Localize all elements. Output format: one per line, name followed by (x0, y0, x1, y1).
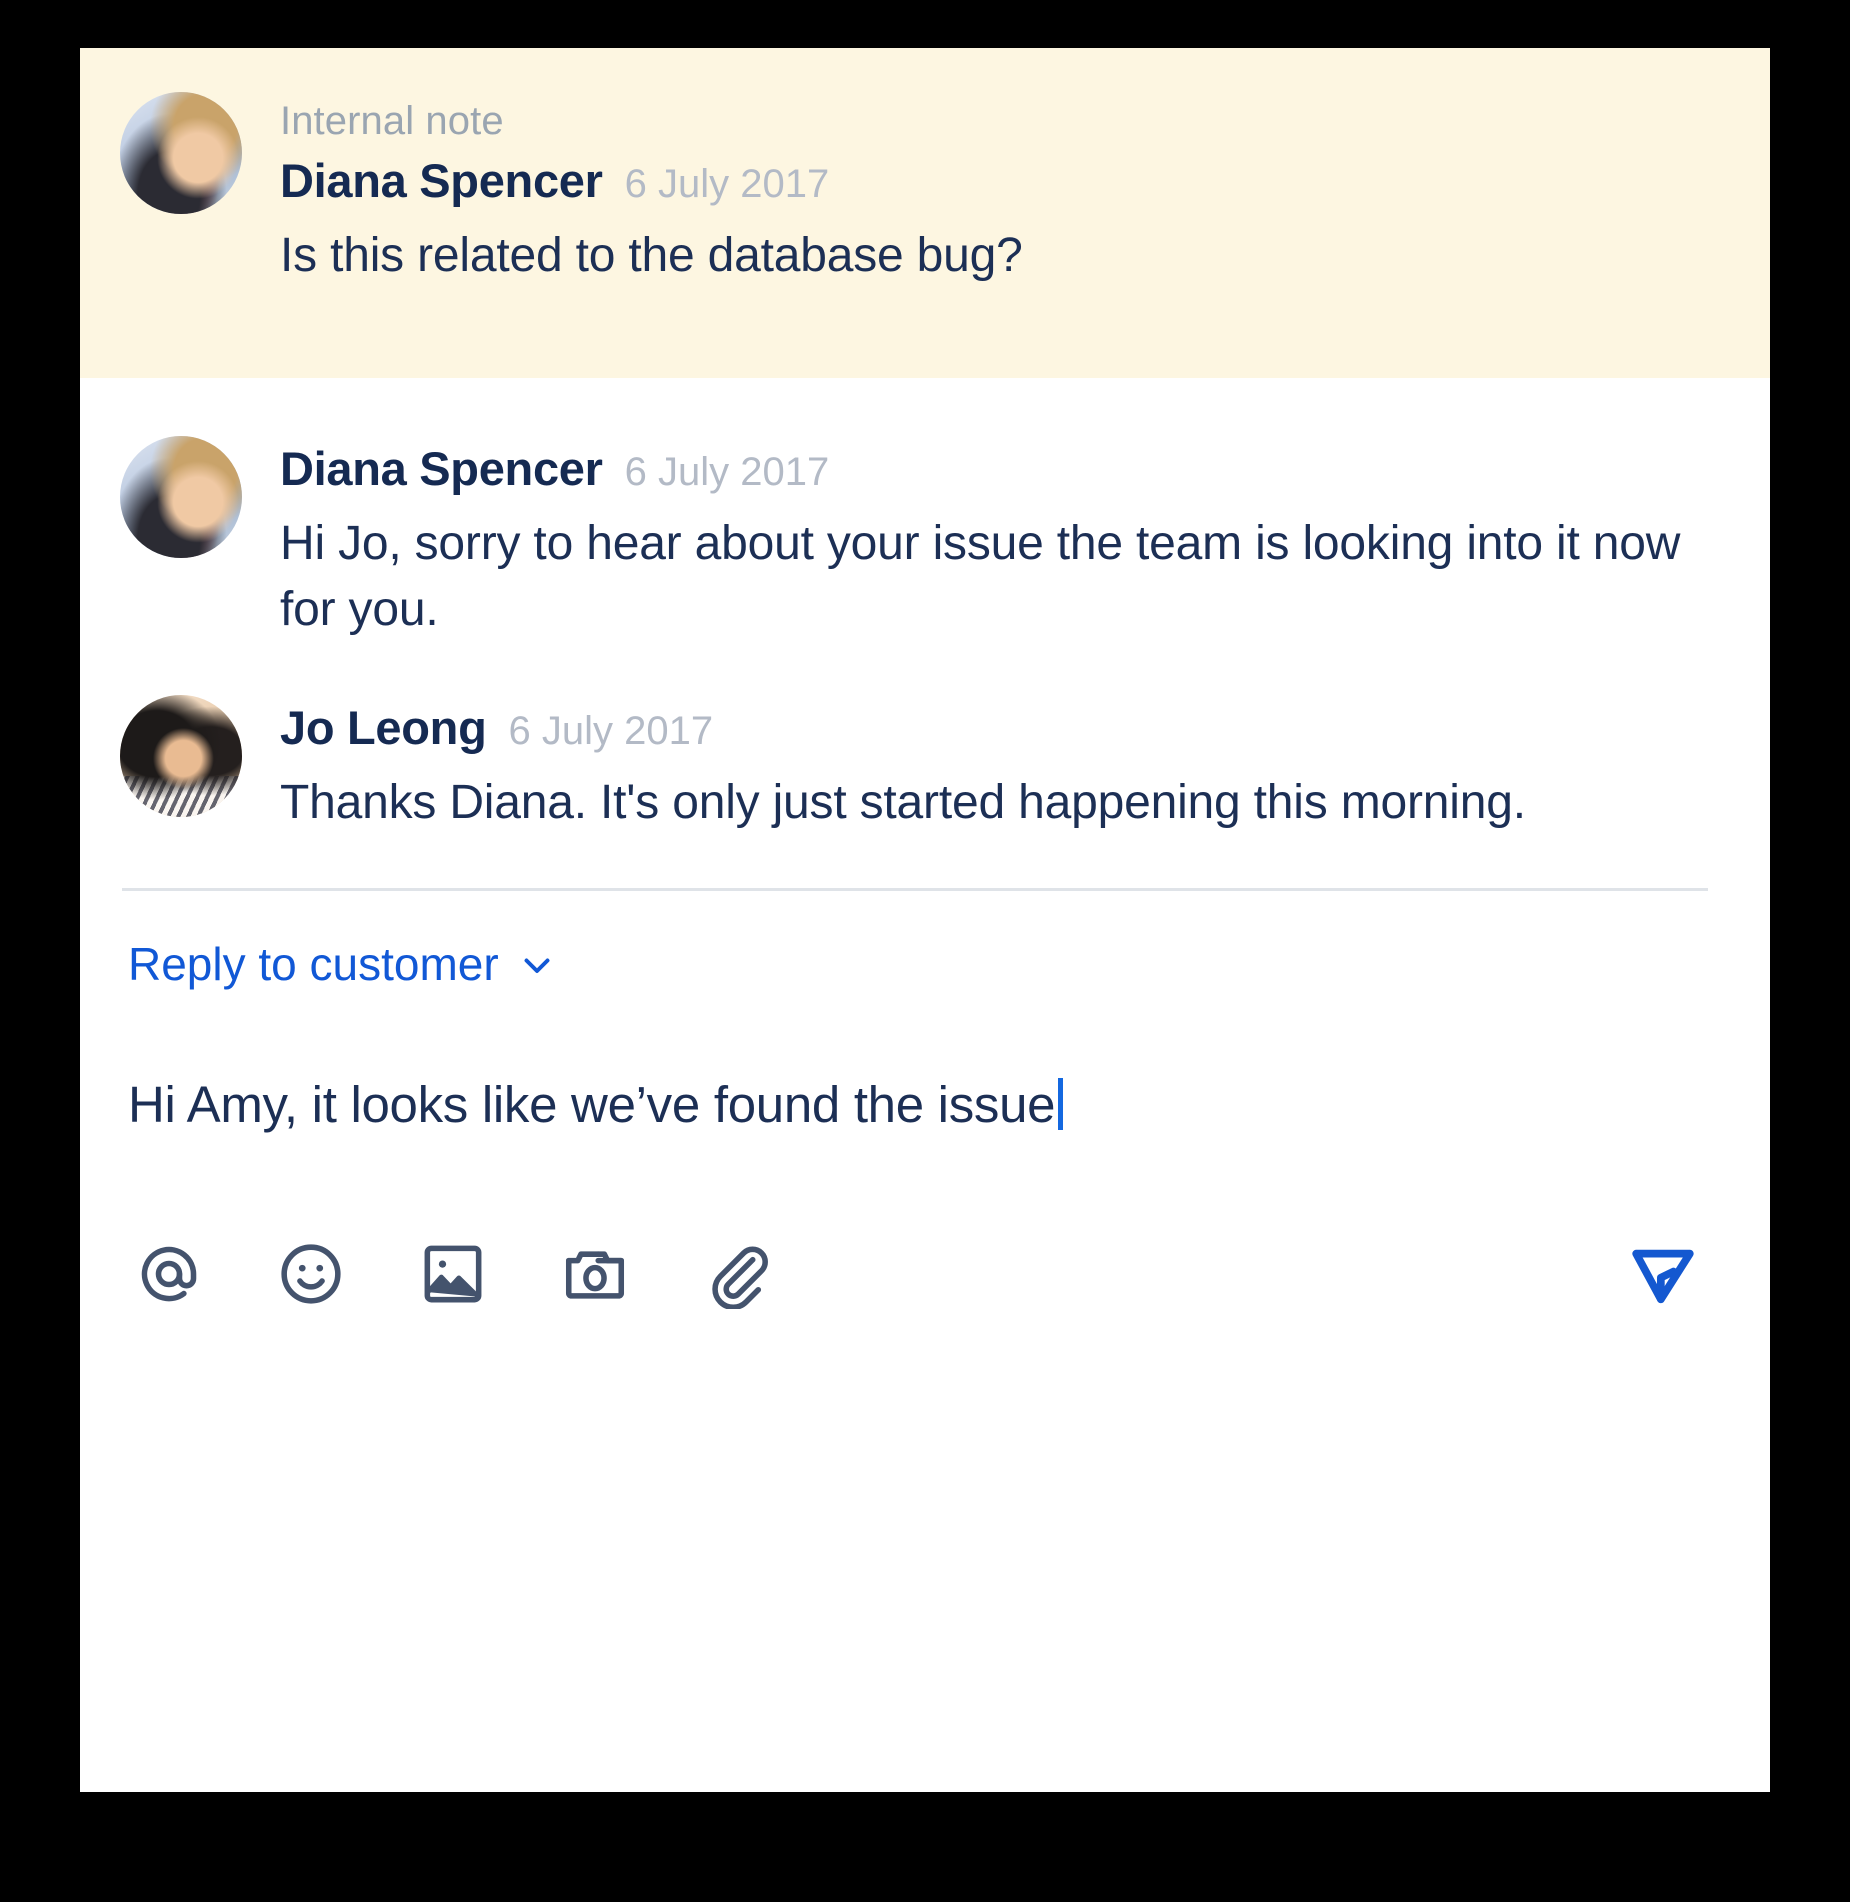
reply-mode-selector[interactable]: Reply to customer (128, 937, 555, 992)
message-text: Is this related to the database bug? (280, 228, 1023, 282)
message-body: Internal note Diana Spencer 6 July 2017 … (280, 92, 1730, 289)
message-timestamp: 6 July 2017 (508, 709, 714, 754)
screen: Internal note Diana Spencer 6 July 2017 … (0, 0, 1850, 1902)
conversation-card: Internal note Diana Spencer 6 July 2017 … (80, 48, 1770, 1792)
avatar-image-diana (120, 436, 242, 558)
attachment-icon[interactable] (700, 1237, 774, 1311)
message-author: Diana Spencer (280, 442, 603, 495)
mention-icon[interactable] (132, 1237, 206, 1311)
message-author: Diana Spencer (280, 154, 603, 207)
message-meta: Diana Spencer 6 July 2017 (280, 152, 1730, 211)
message-thread: Diana Spencer 6 July 2017 Hi Jo, sorry t… (80, 378, 1770, 892)
reply-mode-label: Reply to customer (128, 938, 499, 991)
send-icon[interactable] (1624, 1235, 1702, 1313)
message-meta: Diana Spencer 6 July 2017 (280, 440, 1730, 499)
avatar-image-jo (120, 695, 242, 818)
emoji-icon[interactable] (274, 1237, 348, 1311)
image-icon[interactable] (416, 1237, 490, 1311)
internal-note-block: Internal note Diana Spencer 6 July 2017 … (80, 48, 1770, 378)
message-item: Diana Spencer 6 July 2017 Hi Jo, sorry t… (120, 436, 1730, 643)
avatar (120, 92, 242, 214)
message-body: Diana Spencer 6 July 2017 Hi Jo, sorry t… (280, 436, 1730, 643)
message-author: Jo Leong (280, 701, 487, 755)
message-body: Jo Leong 6 July 2017 Thanks Diana. It's … (280, 695, 1730, 836)
reply-text-input[interactable]: Hi Amy, it looks like we’ve found the is… (128, 1070, 1724, 1137)
message-timestamp: 6 July 2017 (624, 162, 830, 206)
internal-note-message: Internal note Diana Spencer 6 July 2017 … (120, 92, 1730, 289)
reply-draft-text: Hi Amy, it looks like we’ve found the is… (128, 1076, 1056, 1134)
message-timestamp: 6 July 2017 (624, 450, 830, 494)
camera-icon[interactable] (558, 1237, 632, 1311)
text-cursor (1058, 1078, 1064, 1131)
message-text: Thanks Diana. It's only just started hap… (280, 775, 1526, 829)
composer-toolbar (128, 1235, 1724, 1313)
message-text: Hi Jo, sorry to hear about your issue th… (280, 516, 1681, 636)
message-meta: Jo Leong 6 July 2017 (280, 699, 1730, 758)
avatar (120, 695, 242, 818)
internal-note-label: Internal note (280, 99, 504, 143)
avatar (120, 436, 242, 558)
message-item: Jo Leong 6 July 2017 Thanks Diana. It's … (120, 695, 1730, 836)
avatar-image-diana (120, 92, 242, 214)
reply-composer: Reply to customer Hi Amy, it looks like … (80, 891, 1770, 1313)
chevron-down-icon (519, 947, 555, 983)
